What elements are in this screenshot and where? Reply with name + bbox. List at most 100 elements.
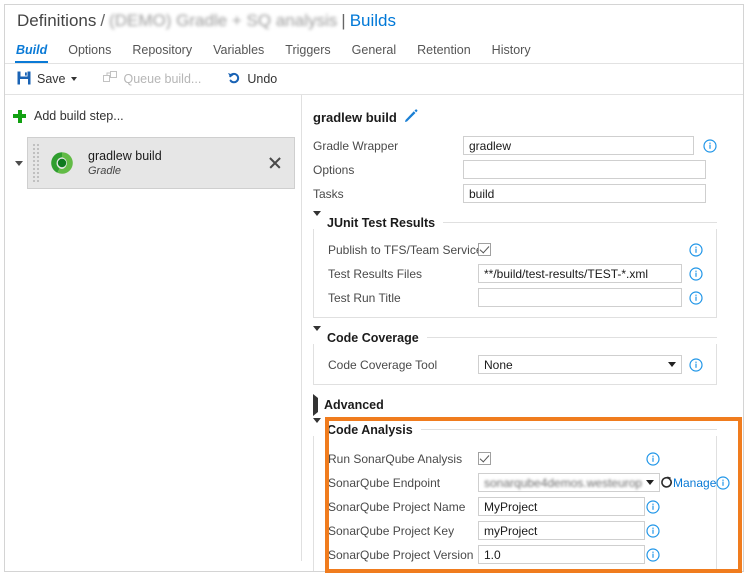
field-row-test-results-files: Test Results Files — [328, 263, 716, 284]
sonarqube-project-name-input[interactable] — [478, 497, 645, 516]
breadcrumb-pipe: | — [341, 11, 346, 30]
section-toggle-code-coverage-icon[interactable] — [313, 325, 321, 345]
tasks-input[interactable] — [463, 184, 706, 203]
section-advanced: Advanced — [313, 393, 717, 416]
breadcrumb-root[interactable]: Definitions — [17, 11, 96, 31]
field-row-sonarqube-project-version: SonarQube Project Version — [328, 544, 716, 565]
section-toggle-junit-icon[interactable] — [313, 210, 321, 230]
undo-icon — [227, 71, 241, 88]
gradle-wrapper-input[interactable] — [463, 136, 695, 155]
queue-build-icon — [102, 70, 118, 88]
tab-variables[interactable]: Variables — [213, 37, 264, 63]
publish-tfs-info-icon[interactable] — [689, 242, 703, 257]
section-toggle-code-analysis-icon[interactable] — [313, 417, 321, 437]
test-run-title-input[interactable] — [478, 288, 683, 307]
section-header-junit[interactable]: JUnit Test Results — [313, 210, 717, 230]
test-results-files-input[interactable] — [478, 264, 683, 283]
plus-icon — [13, 109, 26, 123]
section-body-junit: Publish to TFS/Team Services Test Result… — [313, 229, 717, 318]
remove-build-step-button[interactable] — [267, 155, 283, 171]
refresh-endpoints-icon[interactable] — [660, 476, 673, 489]
save-label: Save — [37, 72, 66, 86]
field-row-run-sonarqube-analysis: Run SonarQube Analysis — [328, 448, 716, 469]
sonarqube-project-key-info-icon[interactable] — [646, 523, 660, 538]
section-title-advanced: Advanced — [324, 397, 384, 412]
section-body-code-coverage: Code Coverage Tool None — [313, 344, 717, 385]
save-button[interactable]: Save — [17, 71, 77, 88]
tab-options[interactable]: Options — [68, 37, 111, 63]
section-header-code-analysis[interactable]: Code Analysis — [313, 417, 717, 437]
breadcrumb-definition-name: (DEMO) Gradle + SQ analysis — [109, 11, 338, 30]
code-coverage-tool-value: None — [484, 357, 513, 372]
tab-build[interactable]: Build — [14, 37, 49, 63]
save-icon — [17, 71, 31, 88]
triangle-right-icon — [313, 393, 318, 416]
gradle-icon — [48, 149, 76, 177]
options-input[interactable] — [463, 160, 706, 179]
tab-triggers[interactable]: Triggers — [285, 37, 330, 63]
run-sonarqube-analysis-info-icon[interactable] — [646, 451, 660, 466]
undo-label: Undo — [247, 72, 278, 86]
sonarqube-endpoint-info-icon[interactable] — [716, 475, 730, 490]
tasks-label: Tasks — [313, 186, 344, 201]
sonarqube-project-version-label: SonarQube Project Version — [328, 547, 474, 562]
build-steps-pane: Add build step... gradlew build Gradle — [5, 95, 301, 571]
section-header-code-coverage[interactable]: Code Coverage — [313, 325, 717, 345]
field-row-sonarqube-project-name: SonarQube Project Name — [328, 496, 716, 517]
breadcrumb: Definitions / (DEMO) Gradle + SQ analysi… — [5, 5, 743, 37]
build-step-text: gradlew build Gradle — [88, 149, 162, 178]
section-code-analysis: Code Analysis Run SonarQube Analysis Son… — [313, 417, 730, 572]
tab-retention[interactable]: Retention — [417, 37, 471, 63]
tab-bar: Build Options Repository Variables Trigg… — [5, 37, 743, 64]
sonarqube-project-version-info-icon[interactable] — [646, 547, 660, 562]
publish-tfs-checkbox[interactable] — [478, 243, 491, 256]
gradle-wrapper-info-icon[interactable] — [703, 138, 717, 153]
publish-tfs-label: Publish to TFS/Team Services — [328, 242, 489, 257]
chevron-down-icon — [668, 362, 677, 367]
code-coverage-tool-select[interactable]: None — [478, 355, 683, 374]
build-step-row: gradlew build Gradle — [11, 137, 295, 189]
section-title-junit: JUnit Test Results — [327, 215, 436, 230]
sonarqube-project-key-input[interactable] — [478, 521, 645, 540]
save-dropdown-caret-icon[interactable] — [70, 77, 77, 81]
section-rule — [420, 429, 717, 430]
queue-build-label: Queue build... — [123, 72, 202, 86]
field-row-sonarqube-legacy-version: The SonarQube server version is lower th… — [328, 568, 716, 572]
build-step-subtitle: Gradle — [88, 164, 122, 177]
undo-button[interactable]: Undo — [227, 71, 277, 88]
options-label: Options — [313, 162, 355, 177]
field-row-publish-tfs: Publish to TFS/Team Services — [328, 239, 716, 260]
tab-general[interactable]: General — [352, 37, 396, 63]
section-header-advanced[interactable]: Advanced — [313, 393, 717, 416]
section-body-code-analysis: Run SonarQube Analysis SonarQube Endpoin… — [313, 436, 730, 572]
run-sonarqube-analysis-checkbox[interactable] — [478, 452, 491, 465]
field-row-code-coverage-tool: Code Coverage Tool None — [328, 354, 716, 375]
sonarqube-project-key-label: SonarQube Project Key — [328, 523, 455, 538]
section-toggle-advanced-icon[interactable] — [313, 393, 318, 416]
build-step-collapse-toggle[interactable] — [11, 155, 27, 171]
add-build-step-label: Add build step... — [34, 109, 124, 123]
manage-endpoints-link[interactable]: Manage — [673, 476, 716, 490]
triangle-down-icon — [313, 325, 321, 345]
tab-repository[interactable]: Repository — [132, 37, 192, 63]
task-details-pane: gradlew build Gradle Wrapper Options — [302, 95, 743, 571]
queue-build-button: Queue build... — [102, 70, 202, 88]
triangle-down-icon — [313, 210, 321, 230]
sonarqube-project-version-input[interactable] — [478, 545, 645, 564]
edit-pencil-icon[interactable] — [404, 109, 418, 126]
add-build-step-button[interactable]: Add build step... — [13, 109, 124, 123]
tab-history[interactable]: History — [492, 37, 531, 63]
code-coverage-tool-info-icon[interactable] — [689, 357, 703, 372]
build-step-name: gradlew build — [88, 148, 162, 163]
test-results-files-info-icon[interactable] — [689, 266, 703, 281]
triangle-down-icon — [313, 417, 321, 437]
breadcrumb-builds-link[interactable]: Builds — [350, 11, 396, 31]
drag-handle[interactable] — [32, 143, 40, 183]
task-title: gradlew build — [313, 109, 418, 126]
field-row-options: Options — [313, 159, 717, 180]
sonarqube-project-name-label: SonarQube Project Name — [328, 499, 466, 514]
sonarqube-endpoint-select[interactable]: sonarqube4demos.westeurope.clou — [478, 473, 660, 492]
sonarqube-project-name-info-icon[interactable] — [646, 499, 660, 514]
build-step-card-gradlew-build[interactable]: gradlew build Gradle — [27, 137, 295, 189]
test-run-title-info-icon[interactable] — [689, 290, 703, 305]
